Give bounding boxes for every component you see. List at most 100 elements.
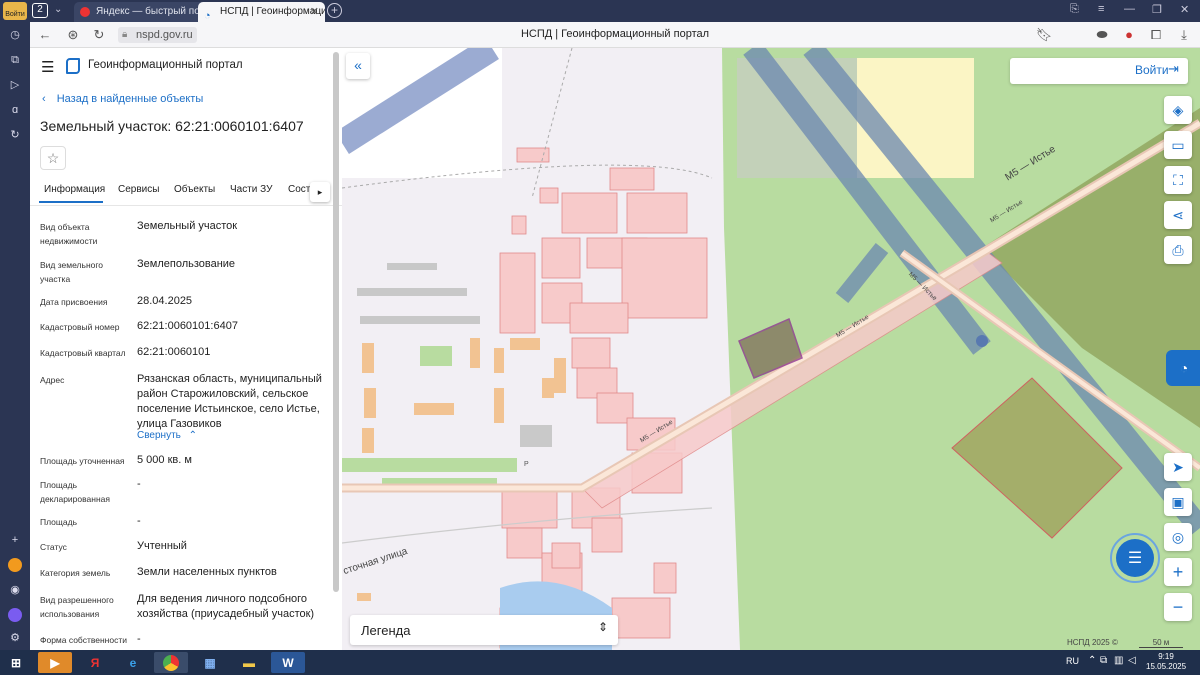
minimize-icon[interactable]: — [1124, 3, 1135, 15]
field-label: Площадь уточненная [40, 456, 125, 466]
app-purple-icon[interactable] [3, 605, 27, 625]
field-label: Площадь декларированная [40, 480, 110, 504]
assistant-icon[interactable]: ◔ [1166, 350, 1200, 386]
close-tab-icon[interactable]: ✕ [310, 2, 319, 22]
chevron-down-icon[interactable]: ⌄ [54, 4, 62, 15]
field-value: 62:21:0060101:6407 [137, 320, 238, 332]
network-icon[interactable]: ▥ [1114, 655, 1123, 666]
chat-ring: ☰ [1110, 533, 1160, 583]
app-dark-icon[interactable]: ◉ [3, 580, 27, 600]
new-tab-icon[interactable]: + [327, 3, 342, 18]
tab-services[interactable]: Сервисы [118, 184, 159, 195]
map-canvas[interactable] [342, 48, 1200, 650]
field-value: - [137, 633, 141, 645]
map-view[interactable]: М5 — Истье М5 — Истье М5 — Истье М5 — Ис… [342, 48, 1200, 650]
downloads-icon[interactable]: ⬬ [1093, 26, 1111, 44]
nspd-logo-icon: ◔ [204, 10, 211, 22]
legend-panel[interactable]: Легенда ⇕ [350, 615, 618, 645]
back-to-results-link[interactable]: ‹ Назад в найденные объекты [42, 93, 203, 105]
field-label: Вид земельного участка [40, 260, 104, 284]
sync-icon[interactable]: ↻ [3, 125, 27, 145]
panel-scrollbar[interactable] [333, 52, 339, 592]
close-window-icon[interactable]: ✕ [1180, 3, 1189, 16]
tray-up-icon[interactable]: ⌃ [1088, 655, 1096, 666]
print-icon[interactable]: ⎙ [1164, 236, 1192, 264]
login-button[interactable]: Войти [3, 2, 27, 20]
chevron-left-icon: ‹ [42, 93, 46, 105]
restore-icon[interactable]: ❐ [1152, 3, 1162, 16]
login-arrow-icon: ⇥ [1168, 61, 1179, 76]
portal-logo-icon [66, 58, 80, 74]
tab-information[interactable]: Информация [44, 184, 105, 195]
add-icon[interactable]: + [3, 530, 27, 550]
tab-objects[interactable]: Объекты [174, 184, 215, 195]
field-label: Площадь [40, 517, 78, 527]
field-value: 62:21:0060101 [137, 346, 211, 358]
browser-side-strip: Войти ◷ ⧉ ▷ ɑ ↻ + ◉ ⚙ [0, 0, 30, 650]
puzzle-icon[interactable]: ⧠ [1147, 26, 1165, 44]
share-icon[interactable]: ⋖ [1164, 201, 1192, 229]
app-orange-icon[interactable] [3, 555, 27, 575]
field-label: Форма собственности [40, 635, 127, 645]
start-icon[interactable]: ⊞ [2, 652, 30, 673]
active-tab-underline [39, 201, 103, 203]
word-icon[interactable]: W [271, 652, 305, 673]
field-value: - [137, 478, 141, 490]
zoom-in-icon[interactable]: + [1164, 558, 1192, 586]
collections-icon[interactable]: ⧉ [3, 50, 27, 70]
download-arrow-icon[interactable]: ⤓ [1175, 26, 1193, 44]
bookmark-icon[interactable]: 🔖︎ [1035, 26, 1053, 44]
calculator-icon[interactable]: ▦ [193, 652, 227, 673]
clock[interactable]: 9:19 15.05.2025 [1146, 652, 1186, 672]
tab-nspd[interactable]: ◔ НСПД | Геоинформацио ✕ [198, 2, 325, 22]
field-label: Дата присвоения [40, 297, 108, 307]
play-icon[interactable]: ▷ [3, 75, 27, 95]
chat-icon[interactable]: ☰ [1116, 539, 1154, 577]
geo-search-icon[interactable]: ◎ [1164, 523, 1192, 551]
map-login-button[interactable]: Войти ⇥ [1010, 58, 1188, 84]
history-icon[interactable]: ◷ [3, 25, 27, 45]
chrome-icon[interactable] [154, 652, 188, 673]
explorer-icon[interactable]: ▬ [232, 652, 266, 673]
extension-icon[interactable]: ● [1120, 26, 1138, 44]
tabs-scroll-right-icon[interactable]: ▸ [310, 182, 330, 202]
address-bar: ← ⊛ ↻ 🔒︎ nspd.gov.ru НСПД | Геоинформаци… [30, 22, 1200, 48]
collapse-link[interactable]: Свернуть ⌃ [137, 430, 197, 441]
parking-label: P [524, 461, 529, 468]
menu-icon[interactable]: ≡ [1098, 3, 1104, 15]
field-value: Для ведения личного подсобного хозяйства… [137, 593, 315, 620]
zoom-out-icon[interactable]: − [1164, 593, 1192, 621]
tab-count-badge[interactable]: 2 [32, 3, 48, 18]
alice-icon[interactable]: ɑ [3, 100, 27, 120]
volume-icon[interactable]: ◁ [1128, 655, 1136, 666]
field-label: Адрес [40, 375, 65, 385]
locate-icon[interactable]: ➤ [1164, 453, 1192, 481]
back-icon[interactable]: ← [36, 26, 54, 44]
field-value: Земли населенных пунктов [137, 566, 277, 578]
minimap-icon[interactable]: ▣ [1164, 488, 1192, 516]
page-title: НСПД | Геоинформационный портал [520, 28, 710, 40]
reload-icon[interactable]: ↻ [90, 26, 108, 44]
url-field[interactable]: 🔒︎ nspd.gov.ru [118, 27, 197, 43]
hamburger-menu-icon[interactable]: ☰ [41, 58, 54, 76]
tray-app-icon[interactable]: ⧉ [1100, 655, 1107, 666]
collapse-panel-button[interactable]: « [346, 53, 370, 79]
ie-icon[interactable]: e [116, 652, 150, 673]
ruler-icon[interactable]: ▭ [1164, 131, 1192, 159]
scale-bar: 50 м [1139, 638, 1183, 648]
layers-icon[interactable]: ◈ [1164, 96, 1192, 124]
bookmarks-icon[interactable]: ⎘ [1070, 3, 1079, 16]
favorite-star-icon[interactable]: ☆ [40, 146, 66, 170]
field-label: Кадастровый квартал [40, 348, 126, 358]
language-indicator[interactable]: RU [1066, 656, 1079, 666]
yandex-shield-icon[interactable]: ⊛ [64, 26, 82, 44]
app-title: Геоинформационный портал [88, 59, 243, 71]
field-label: Кадастровый номер [40, 322, 120, 332]
select-area-icon[interactable]: ⛶ [1164, 166, 1192, 194]
settings-icon[interactable]: ⚙ [3, 628, 27, 648]
yandex-browser-icon[interactable]: Я [78, 652, 112, 673]
divider [30, 205, 342, 206]
field-value: Рязанская область, муниципальный район С… [137, 373, 322, 430]
media-player-icon[interactable]: ▶ [38, 652, 72, 673]
tab-parts[interactable]: Части ЗУ [230, 184, 272, 195]
